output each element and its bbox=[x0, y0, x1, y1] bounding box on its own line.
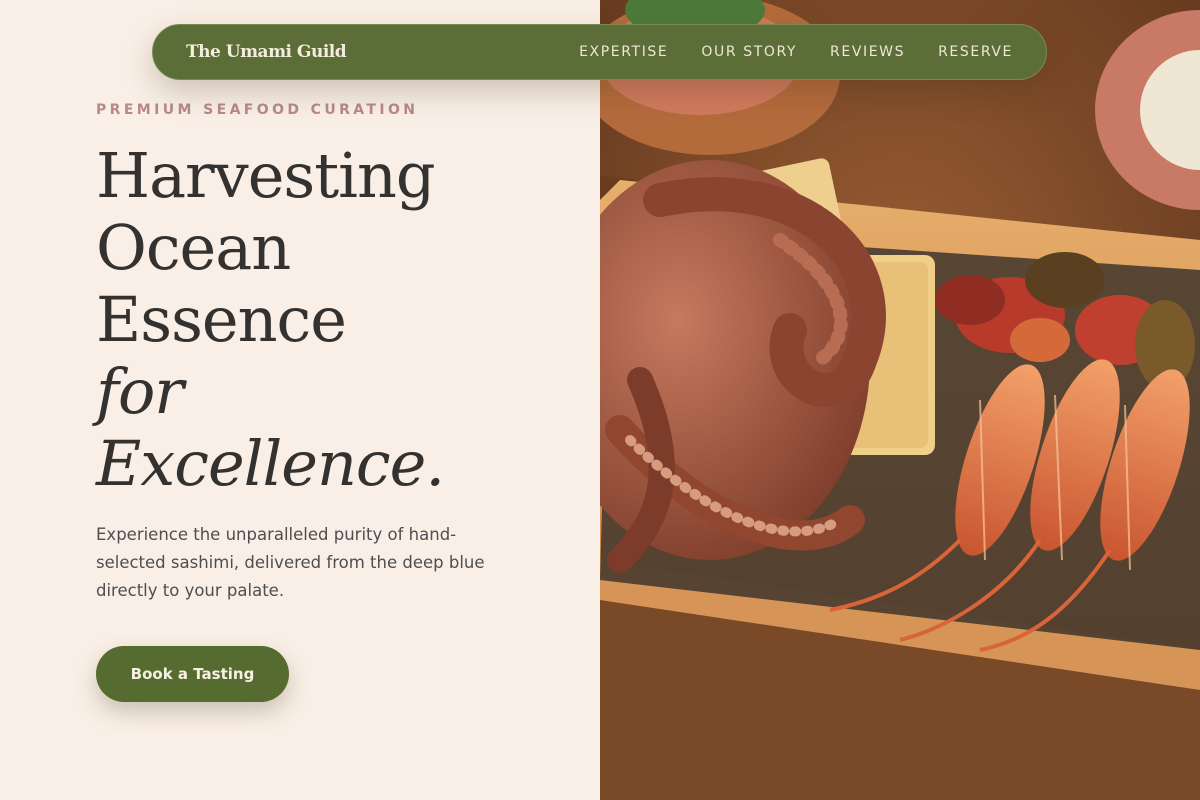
hero-headline: Harvesting Ocean Essence for Excellence. bbox=[96, 139, 445, 500]
brand-logo[interactable]: The Umami Guild bbox=[186, 42, 347, 62]
hero-description: Experience the unparalleled purity of ha… bbox=[96, 525, 485, 600]
top-navbar: The Umami Guild EXPERTISE OUR STORY REVI… bbox=[152, 24, 1047, 80]
headline-line-1: Harvesting bbox=[96, 139, 436, 212]
nav-link-expertise[interactable]: EXPERTISE bbox=[579, 44, 668, 60]
headline-line-3: Essence bbox=[96, 283, 347, 356]
nav-link-our-story[interactable]: OUR STORY bbox=[701, 44, 797, 60]
book-tasting-button[interactable]: Book a Tasting bbox=[96, 646, 289, 702]
hero-eyebrow: PREMIUM SEAFOOD CURATION bbox=[96, 102, 419, 118]
headline-line-2: Ocean bbox=[96, 211, 291, 284]
hero-food-photo bbox=[600, 0, 1200, 800]
nav-link-reserve[interactable]: RESERVE bbox=[938, 44, 1013, 60]
headline-line-4: for bbox=[96, 355, 184, 428]
headline-line-5: Excellence. bbox=[96, 427, 445, 500]
nav-link-reviews[interactable]: REVIEWS bbox=[830, 44, 905, 60]
seafood-platter-illustration bbox=[600, 0, 1200, 800]
nav-links: EXPERTISE OUR STORY REVIEWS RESERVE bbox=[579, 44, 1013, 60]
